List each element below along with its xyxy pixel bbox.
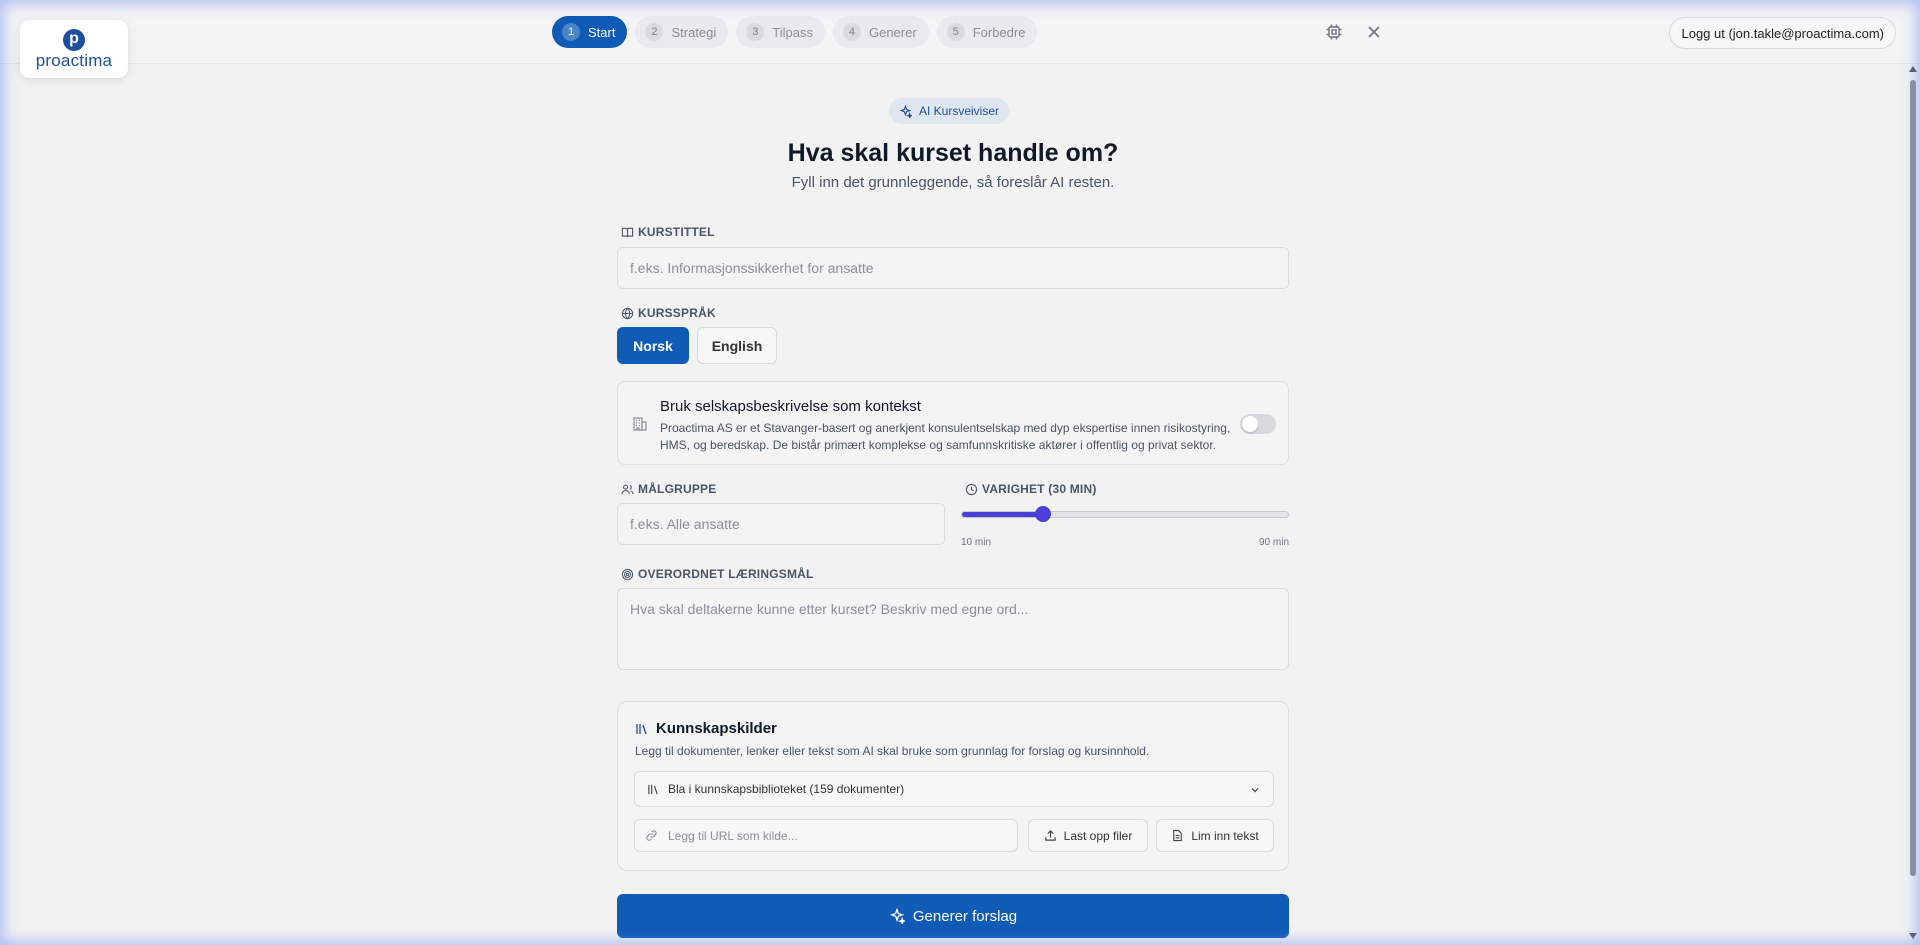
audience-input[interactable] — [617, 503, 945, 545]
target-icon — [621, 568, 634, 580]
building-icon — [633, 417, 647, 431]
company-context-card: Bruk selskapsbeskrivelse som kontekst Pr… — [617, 381, 1289, 465]
url-source-input[interactable]: Legg til URL som kilde... — [634, 819, 1018, 852]
paste-text-button[interactable]: Lim inn tekst — [1156, 819, 1274, 852]
book-icon — [621, 227, 634, 237]
logo-mark: p — [63, 28, 85, 51]
duration-label-text: VARIGHET (30 MIN) — [982, 482, 1097, 496]
logo[interactable]: p proactima — [20, 20, 128, 78]
audience-label: MÅLGRUPPE — [621, 482, 716, 496]
close-icon[interactable] — [1364, 22, 1384, 42]
company-context-description: Proactima AS er et Stavanger-basert og a… — [660, 421, 1231, 452]
chevron-down-icon — [1251, 788, 1259, 793]
page-subtitle: Fyll inn det grunnleggende, så foreslår … — [791, 174, 1115, 191]
page-title: Hva skal kurset handle om? — [787, 139, 1119, 167]
step-number: 5 — [946, 23, 965, 41]
step-label: Tilpass — [772, 24, 813, 40]
library-browse-label: Bla i kunnskapsbiblioteket (159 dokument… — [668, 782, 905, 796]
knowledge-sources-description: Legg til dokumenter, lenker eller tekst … — [635, 744, 1150, 758]
link-icon — [646, 830, 657, 841]
ai-badge: AI Kursveiviser — [889, 98, 1010, 124]
step-number: 3 — [746, 23, 765, 41]
scroll-up-arrow-icon[interactable] — [1909, 66, 1917, 72]
duration-label: VARIGHET (30 MIN) — [965, 482, 1097, 496]
step-number: 4 — [842, 23, 861, 41]
step-label: Forbedre — [972, 24, 1026, 40]
step-forbedre[interactable]: 5 Forbedre — [936, 16, 1038, 48]
step-generer[interactable]: 4 Generer — [832, 16, 929, 48]
logout-button[interactable]: Logg ut (jon.takle@proactima.com) — [1669, 17, 1896, 49]
generate-suggestions-label: Generer forslag — [912, 907, 1018, 925]
language-english-button[interactable]: English — [697, 327, 777, 364]
duration-slider-fill — [962, 512, 1044, 517]
globe-icon — [621, 307, 634, 319]
step-label: Start — [588, 24, 616, 40]
stepper: 1 Start 2 Strategi 3 Tilpass 4 Generer 5… — [552, 16, 1038, 48]
logo-text: proactima — [35, 50, 113, 70]
clock-icon — [965, 483, 978, 495]
sparkles-icon — [889, 908, 905, 924]
duration-slider-thumb[interactable] — [1035, 506, 1051, 522]
step-tilpass[interactable]: 3 Tilpass — [736, 16, 825, 48]
company-context-title: Bruk selskapsbeskrivelse som kontekst — [660, 398, 921, 415]
upload-icon — [1044, 830, 1056, 841]
company-context-toggle[interactable] — [1240, 414, 1276, 434]
step-strategi[interactable]: 2 Strategi — [635, 16, 729, 48]
upload-files-label: Last opp filer — [1063, 828, 1133, 843]
duration-slider[interactable] — [961, 511, 1289, 518]
step-number: 1 — [562, 23, 580, 41]
course-title-label-text: KURSTITTEL — [638, 225, 715, 239]
language-norsk-button[interactable]: Norsk — [617, 327, 689, 364]
document-icon — [1173, 829, 1183, 842]
audience-label-text: MÅLGRUPPE — [638, 482, 717, 496]
upload-files-button[interactable]: Last opp filer — [1028, 819, 1148, 852]
top-bar: 1 Start 2 Strategi 3 Tilpass 4 Generer 5… — [0, 0, 1920, 64]
generate-suggestions-button[interactable]: Generer forslag — [617, 894, 1289, 938]
scrollbar-thumb[interactable] — [1910, 80, 1916, 876]
duration-max-label: 90 min — [1258, 537, 1289, 548]
library-icon — [636, 723, 647, 734]
learning-goal-label: OVERORDNET LÆRINGSMÅL — [621, 567, 814, 581]
course-title-input[interactable] — [617, 247, 1289, 289]
knowledge-sources-title: Kunnskapskilder — [635, 720, 777, 737]
duration-min-label: 10 min — [961, 537, 992, 548]
chip-icon[interactable] — [1324, 22, 1344, 42]
knowledge-sources-card: Kunnskapskilder Legg til dokumenter, len… — [617, 701, 1289, 871]
paste-text-label: Lim inn tekst — [1191, 828, 1259, 843]
learning-goal-textarea[interactable] — [617, 588, 1289, 670]
scroll-down-arrow-icon[interactable] — [1909, 933, 1917, 939]
step-label: Generer — [868, 24, 917, 40]
users-icon — [621, 484, 634, 494]
course-language-label-text: KURSSPRÅK — [638, 306, 716, 320]
sparkles-icon — [899, 104, 912, 118]
course-title-label: KURSTITTEL — [621, 225, 715, 239]
course-language-label: KURSSPRÅK — [621, 306, 716, 320]
step-start[interactable]: 1 Start — [552, 16, 628, 48]
library-browse-dropdown[interactable]: Bla i kunnskapsbiblioteket (159 dokument… — [634, 771, 1274, 807]
step-number: 2 — [645, 23, 664, 41]
step-label: Strategi — [671, 24, 717, 40]
url-source-placeholder: Legg til URL som kilde... — [668, 828, 798, 843]
knowledge-sources-title-text: Kunnskapskilder — [656, 720, 777, 737]
ai-badge-label: AI Kursveiviser — [919, 104, 1000, 118]
library-icon — [648, 784, 658, 794]
learning-goal-label-text: OVERORDNET LÆRINGSMÅL — [638, 567, 814, 581]
